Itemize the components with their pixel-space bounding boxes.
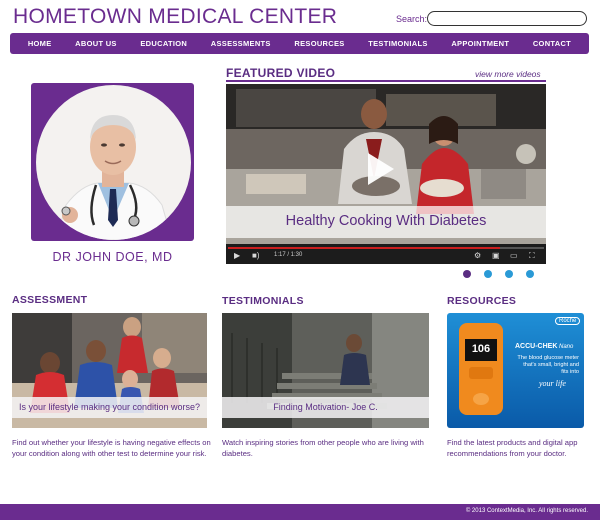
featured-divider	[226, 80, 546, 82]
nav-home[interactable]: HOME	[28, 39, 52, 48]
play-overlay-button[interactable]	[356, 149, 400, 189]
theater-icon[interactable]: ▭	[510, 252, 518, 260]
play-overlay-icon	[368, 153, 394, 185]
meter-reading: 106	[471, 343, 491, 355]
nav-assessments[interactable]: ASSESSMENTS	[211, 39, 271, 48]
assessment-title: ASSESSMENT	[12, 294, 88, 306]
main-nav: HOME ABOUT US EDUCATION ASSESSMENTS RESO…	[10, 33, 589, 54]
assessment-description: Find out whether your lifestyle is havin…	[12, 438, 211, 458]
roche-logo: Roche	[555, 317, 581, 325]
doctor-card[interactable]	[31, 83, 194, 241]
featured-video-title: FEATURED VIDEO	[226, 66, 336, 80]
assessment-image[interactable]: Is your lifestyle making your condition …	[12, 313, 207, 428]
ad-tagline-script: your life	[539, 379, 566, 388]
captions-icon[interactable]: ▣	[492, 252, 500, 260]
search-label: Search:	[396, 14, 428, 24]
brand-name: ACCU-CHEK	[515, 343, 558, 350]
nav-appointment[interactable]: APPOINTMENT	[451, 39, 509, 48]
carousel-dot[interactable]	[526, 270, 534, 278]
resources-image[interactable]: 106 Roche ACCU-CHEK Nano The blood gluco…	[447, 313, 584, 428]
footer: © 2013 ContextMedia, Inc. All rights res…	[0, 504, 600, 520]
testimonials-title: TESTIMONIALS	[222, 295, 304, 307]
time-display: 1:17 / 1:30	[274, 252, 303, 258]
ad-tagline: The blood glucose meter that's small, br…	[517, 355, 579, 376]
search-input[interactable]	[427, 11, 587, 26]
doctor-photo	[36, 85, 191, 240]
copyright: © 2013 ContextMedia, Inc. All rights res…	[465, 508, 588, 514]
nav-contact[interactable]: CONTACT	[533, 39, 571, 48]
resources-description: Find the latest products and digital app…	[447, 438, 578, 458]
carousel-dot[interactable]	[505, 270, 513, 278]
testimonials-image[interactable]: Finding Motivation- Joe C.	[222, 313, 429, 428]
video-caption: Healthy Cooking With Diabetes	[285, 213, 487, 229]
volume-icon[interactable]: ■)	[252, 252, 260, 260]
nav-testimonials[interactable]: TESTIMONIALS	[368, 39, 427, 48]
nav-resources[interactable]: RESOURCES	[294, 39, 344, 48]
testimonials-caption[interactable]: Finding Motivation- Joe C.	[222, 402, 429, 412]
progress-fill	[228, 247, 500, 249]
assessment-caption[interactable]: Is your lifestyle making your condition …	[12, 402, 207, 412]
video-player[interactable]: Healthy Cooking With Diabetes ▶ ■) 1:17 …	[226, 84, 546, 264]
product-name: Nano	[559, 344, 574, 350]
nav-about-us[interactable]: ABOUT US	[75, 39, 117, 48]
play-icon[interactable]: ▶	[234, 252, 240, 260]
site-title[interactable]: HOMETOWN MEDICAL CENTER	[13, 5, 337, 29]
testimonials-description: Watch inspiring stories from other peopl…	[222, 438, 424, 458]
settings-icon[interactable]: ⚙	[474, 252, 481, 260]
view-more-videos-link[interactable]: view more videos	[475, 69, 541, 79]
doctor-name[interactable]: DR JOHN DOE, MD	[31, 250, 194, 264]
resources-title: RESOURCES	[447, 295, 517, 307]
fullscreen-icon[interactable]: ⛶	[529, 252, 535, 260]
nav-education[interactable]: EDUCATION	[140, 39, 187, 48]
carousel-dot[interactable]	[463, 270, 471, 278]
carousel-dot[interactable]	[484, 270, 492, 278]
